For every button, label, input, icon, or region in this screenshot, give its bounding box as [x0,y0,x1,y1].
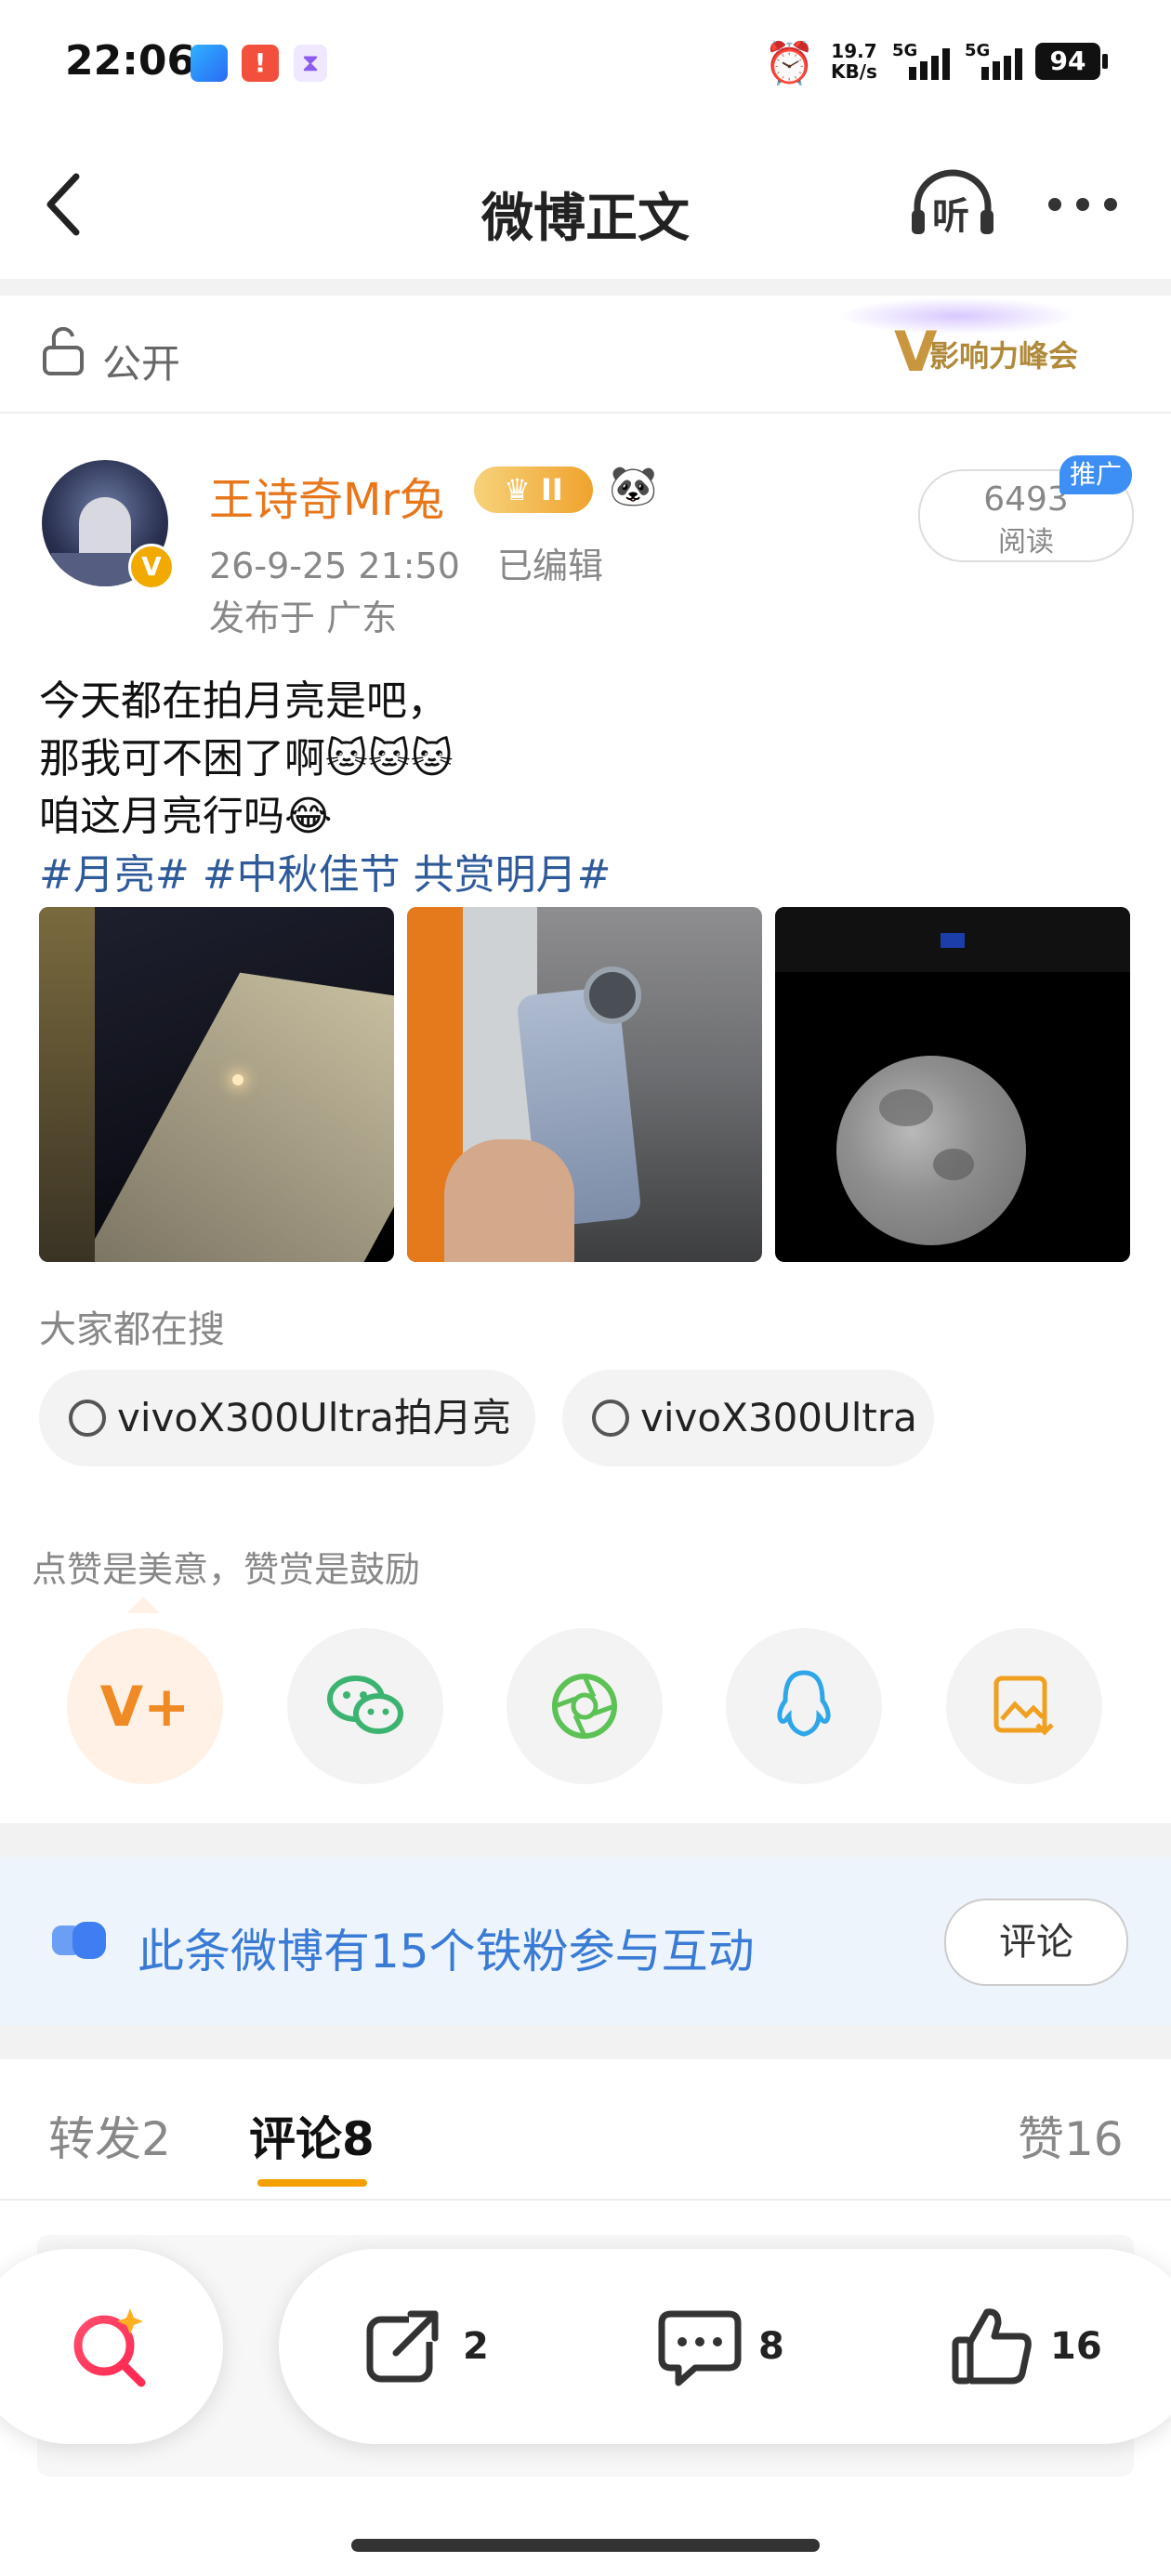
post-text-line-1: 今天都在拍月亮是吧， [39,677,448,725]
more-button[interactable] [1046,191,1120,218]
app-notification-icon [191,45,228,82]
praise-pointer [126,1597,160,1613]
qq-icon [777,1670,831,1737]
save-image-button[interactable] [946,1628,1102,1784]
signal-icon-1: 5G [892,41,955,85]
member-badge[interactable]: ♛ II [474,467,593,513]
search-chip-label: vivoX300Ultra拍月亮 [117,1395,511,1440]
tab-repost-label: 转发 [48,2112,141,2166]
more-dots-icon [1048,198,1117,211]
tab-comment[interactable]: 评论8 [249,2102,375,2169]
wechat-button[interactable] [287,1628,443,1784]
panda-icon: 🐼 [609,463,658,508]
post-text-line-2: 那我可不困了啊🐱🐱🐱 [39,735,454,782]
hourglass-icon: ⧗ [294,45,327,82]
post-image-1[interactable] [39,907,394,1262]
search-chip-label: vivoX300Ultra [640,1395,917,1440]
net-speed-unit: KB/s [831,60,877,83]
post-location: 发布于 广东 [209,598,398,638]
comment-icon [658,2310,742,2386]
zeiss-logo [941,933,965,948]
listen-label: 听 [932,195,969,238]
tab-active-indicator [257,2179,367,2187]
search-icon [69,1399,106,1437]
comment-count: 8 [758,2325,784,2368]
comment-button[interactable]: 8 [658,2305,825,2388]
signal-icon-2: 5G [965,41,1028,85]
divider [0,1823,1171,1857]
moments-icon [552,1674,617,1739]
status-time: 22:06 [65,37,196,85]
vplus-button[interactable]: V+ [67,1628,223,1784]
vplus-icon: V+ [99,1675,191,1740]
battery-icon: 94 [1035,43,1100,80]
fans-comment-button[interactable]: 评论 [944,1899,1128,1986]
repost-count: 2 [463,2325,489,2368]
post-timestamp: 26-9-25 21:50 [209,545,460,586]
event-badge[interactable]: V 影响力峰会 [836,297,1078,400]
tab-repost[interactable]: 转发2 [48,2102,171,2169]
author-name[interactable]: 王诗奇Mr兔 [209,463,444,528]
fans-text: 此条微博有15个铁粉参与互动 [138,1925,755,1978]
promo-badge[interactable]: 推广 [1059,455,1132,494]
like-button[interactable]: 16 [950,2305,1136,2388]
moments-button[interactable] [507,1628,663,1784]
warning-icon: ! [242,45,279,82]
search-chip-1[interactable]: vivoX300Ultra拍月亮 [39,1370,535,1466]
post-image-3[interactable] [775,907,1130,1262]
alarm-icon: ⏰ [764,40,815,87]
fans-icon [52,1922,106,1959]
thumbs-up-icon [952,2308,1032,2385]
net-speed-value: 19.7 [831,40,877,62]
tab-comment-count: 8 [342,2112,375,2166]
post-image-2[interactable] [407,907,762,1262]
praise-text: 点赞是美意，赞赏是鼓励 [32,1549,421,1590]
post-time: 26-9-25 21:50 已编辑 [209,537,603,588]
ai-search-icon [73,2308,146,2387]
edited-label: 已编辑 [497,545,604,586]
battery-level: 94 [1049,46,1086,76]
search-icon [592,1399,629,1437]
read-label: 阅读 [998,526,1054,559]
repost-icon [366,2308,442,2383]
post-hashtags[interactable]: #月亮# #中秋佳节 共赏明月# [39,841,611,900]
visibility-label: 公开 [102,341,181,387]
event-badge-text: 影响力峰会 [929,338,1079,374]
divider [0,2026,1171,2059]
home-indicator[interactable] [351,2539,820,2552]
verified-icon: V [128,544,175,590]
divider [0,279,1171,296]
battery-tip [1102,54,1108,69]
like-count: 16 [1050,2325,1102,2368]
post-text-line-3: 咱这月亮行吗😂 [39,793,333,840]
tab-like-count: 16 [1064,2112,1124,2166]
repost-button[interactable]: 2 [362,2305,530,2388]
divider [0,2199,1171,2201]
listen-button[interactable]: 听 [906,167,999,242]
bottom-action-bar: 2 8 16 [279,2249,1171,2444]
crown-icon: ♛ [504,472,531,507]
tab-repost-count: 2 [141,2112,171,2166]
wechat-icon [327,1676,403,1734]
search-section-title: 大家都在搜 [39,1308,225,1351]
ai-search-button[interactable] [0,2249,223,2444]
tab-like[interactable]: 赞16 [1018,2102,1124,2169]
qq-button[interactable] [726,1628,882,1784]
tab-like-label: 赞 [1018,2112,1064,2166]
member-level: II [541,472,563,507]
net-speed: 19.7 KB/s [831,41,877,82]
lock-open-icon [43,327,84,375]
search-chip-2[interactable]: vivoX300Ultra [562,1370,934,1466]
tab-comment-label: 评论 [249,2112,342,2166]
save-image-icon [993,1676,1054,1736]
